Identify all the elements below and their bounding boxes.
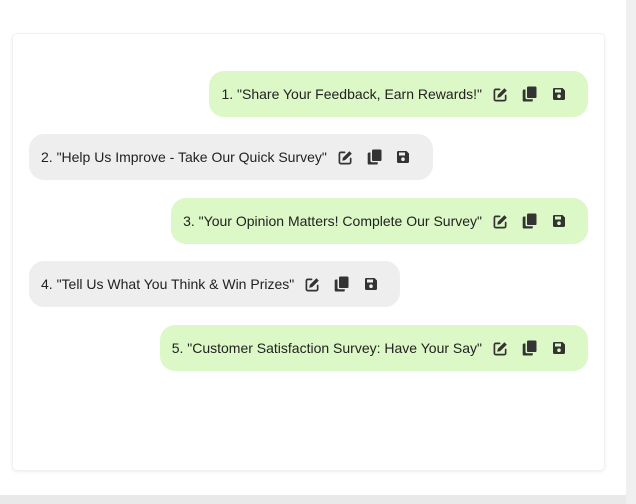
save-icon[interactable]: [544, 337, 573, 359]
edit-icon[interactable]: [486, 337, 515, 359]
edit-icon[interactable]: [486, 83, 515, 105]
edit-icon[interactable]: [486, 210, 515, 232]
message-bubble-3: 3. "Your Opinion Matters! Complete Our S…: [171, 198, 588, 244]
message-card: 1. "Share Your Feedback, Earn Rewards!" …: [12, 33, 605, 471]
copy-icon[interactable]: [515, 83, 544, 105]
message-text-4: 4. "Tell Us What You Think & Win Prizes": [41, 276, 295, 292]
message-row-2: 2. "Help Us Improve - Take Our Quick Sur…: [29, 134, 588, 180]
edit-icon[interactable]: [298, 273, 327, 295]
save-icon[interactable]: [389, 146, 418, 168]
edit-icon[interactable]: [331, 146, 360, 168]
message-row-3: 3. "Your Opinion Matters! Complete Our S…: [29, 198, 588, 244]
message-bubble-2: 2. "Help Us Improve - Take Our Quick Sur…: [29, 134, 433, 180]
save-icon[interactable]: [544, 83, 573, 105]
save-icon[interactable]: [544, 210, 573, 232]
page: 1. "Share Your Feedback, Earn Rewards!" …: [0, 0, 626, 495]
message-bubble-4: 4. "Tell Us What You Think & Win Prizes": [29, 261, 401, 307]
message-bubble-1: 1. "Share Your Feedback, Earn Rewards!": [209, 71, 588, 117]
copy-icon[interactable]: [515, 337, 544, 359]
copy-icon[interactable]: [515, 210, 544, 232]
message-row-4: 4. "Tell Us What You Think & Win Prizes": [29, 261, 588, 307]
message-text-1: 1. "Share Your Feedback, Earn Rewards!": [221, 86, 482, 102]
scrollbar[interactable]: [626, 0, 636, 504]
message-row-5: 5. "Customer Satisfaction Survey: Have Y…: [29, 325, 588, 371]
message-text-3: 3. "Your Opinion Matters! Complete Our S…: [183, 213, 482, 229]
message-text-2: 2. "Help Us Improve - Take Our Quick Sur…: [41, 149, 327, 165]
message-row-1: 1. "Share Your Feedback, Earn Rewards!": [29, 71, 588, 117]
message-bubble-5: 5. "Customer Satisfaction Survey: Have Y…: [159, 325, 588, 371]
copy-icon[interactable]: [360, 146, 389, 168]
copy-icon[interactable]: [327, 273, 356, 295]
message-text-5: 5. "Customer Satisfaction Survey: Have Y…: [171, 340, 482, 356]
save-icon[interactable]: [356, 273, 385, 295]
